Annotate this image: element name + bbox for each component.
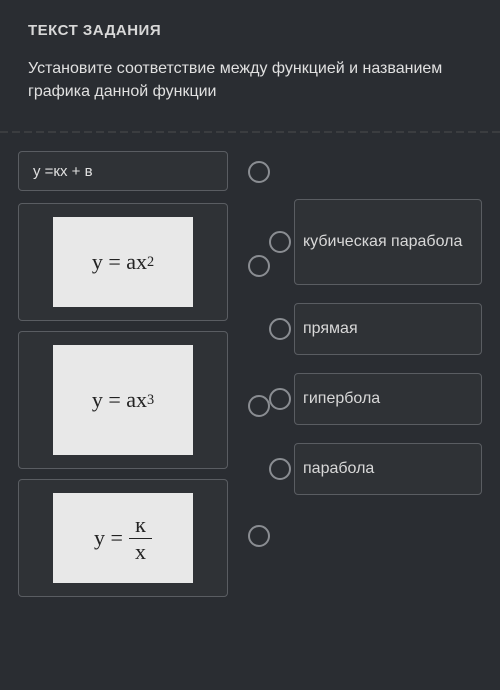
task-instruction: Установите соответствие между функцией и… xyxy=(28,57,472,103)
divider xyxy=(0,131,500,133)
formula-sup: 2 xyxy=(147,254,154,271)
task-header: ТЕКСТ ЗАДАНИЯ Установите соответствие ме… xyxy=(0,0,500,117)
function-hyperbola[interactable]: y = к x xyxy=(18,479,228,597)
left-column: y =кx + в y = ax2 y = ax3 y = к x xyxy=(18,151,228,597)
radio-left-2[interactable] xyxy=(248,255,270,277)
right-column: кубическая парабола прямая гипербола пар… xyxy=(294,199,482,597)
function-linear[interactable]: y =кx + в xyxy=(18,151,228,191)
formula-prefix: y = xyxy=(94,525,123,551)
radio-left-4[interactable] xyxy=(248,525,270,547)
answer-parabola[interactable]: парабола xyxy=(294,443,482,495)
matching-area: y =кx + в y = ax2 y = ax3 y = к x xyxy=(0,151,500,597)
fraction: к x xyxy=(129,514,152,563)
function-quadratic[interactable]: y = ax2 xyxy=(18,203,228,321)
answer-label: кубическая парабола xyxy=(303,233,462,251)
answer-label: прямая xyxy=(303,320,358,338)
formula-box: y = ax2 xyxy=(53,217,193,307)
answer-label: парабола xyxy=(303,460,374,478)
formula-base: y = ax xyxy=(92,387,147,413)
left-radio-column xyxy=(248,151,274,597)
answer-label: гипербола xyxy=(303,390,380,408)
formula-box: y = ax3 xyxy=(53,345,193,455)
task-title: ТЕКСТ ЗАДАНИЯ xyxy=(28,22,472,39)
answer-hyperbola[interactable]: гипербола xyxy=(294,373,482,425)
formula-box: y = к x xyxy=(53,493,193,583)
answer-line[interactable]: прямая xyxy=(294,303,482,355)
formula-base: y = ax xyxy=(92,249,147,275)
radio-left-1[interactable] xyxy=(248,161,270,183)
formula-sup: 3 xyxy=(147,392,154,409)
numerator: к xyxy=(129,514,152,539)
answer-cubic-parabola[interactable]: кубическая парабола xyxy=(294,199,482,285)
denominator: x xyxy=(129,539,152,563)
function-cubic[interactable]: y = ax3 xyxy=(18,331,228,469)
radio-left-3[interactable] xyxy=(248,395,270,417)
function-label: y =кx + в xyxy=(33,163,93,180)
